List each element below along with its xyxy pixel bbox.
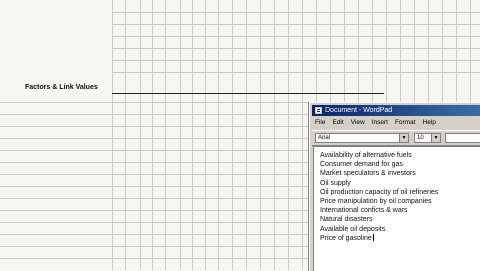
menu-view[interactable]: View <box>348 117 369 128</box>
font-select[interactable]: Arial ▼ <box>315 133 409 143</box>
font-size-value: 10 <box>417 135 424 141</box>
menu-insert[interactable]: Insert <box>369 117 392 128</box>
doc-line-text: Price of gasoline <box>320 234 372 242</box>
menu-edit[interactable]: Edit <box>329 117 347 128</box>
menu-file[interactable]: File <box>312 117 329 128</box>
font-size-select[interactable]: 10 ▼ <box>414 133 441 143</box>
doc-line: International conficts & wars <box>320 207 408 215</box>
doc-line: Natural disasters <box>320 216 373 224</box>
wordpad-app-icon <box>315 107 322 114</box>
wordpad-window[interactable]: Document - WordPad File Edit View Insert… <box>309 102 480 271</box>
doc-line: Oil supply <box>320 179 351 187</box>
menu-format[interactable]: Format <box>392 117 420 128</box>
size-dropdown-arrow-icon[interactable]: ▼ <box>431 134 440 142</box>
font-value: Arial <box>318 135 331 141</box>
doc-line: Availability of alternative fuels <box>320 152 412 159</box>
doc-line-last: Price of gasoline <box>320 233 480 243</box>
doc-line: Oil production capacity of oil refinerie… <box>320 188 439 196</box>
doc-line: Available oil deposits <box>320 225 386 233</box>
text-cursor <box>372 233 374 241</box>
doc-line: Price manipulation by oil companies <box>320 198 432 206</box>
factors-link-values-label: Factors & Link Values <box>25 84 98 91</box>
script-select[interactable] <box>445 133 480 143</box>
doc-line: Consumer demand for gas <box>320 161 403 169</box>
format-toolbar: Arial ▼ 10 ▼ <box>312 130 480 146</box>
menu-bar: File Edit View Insert Format Help <box>312 117 480 128</box>
menu-help[interactable]: Help <box>420 117 440 128</box>
wordpad-titlebar[interactable]: Document - WordPad <box>312 105 480 116</box>
font-dropdown-arrow-icon[interactable]: ▼ <box>399 134 408 142</box>
window-title: Document - WordPad <box>325 107 393 114</box>
document-area[interactable]: Availability of alternative fuels Consum… <box>313 146 480 271</box>
doc-line: Market speculators & investors <box>320 170 416 178</box>
